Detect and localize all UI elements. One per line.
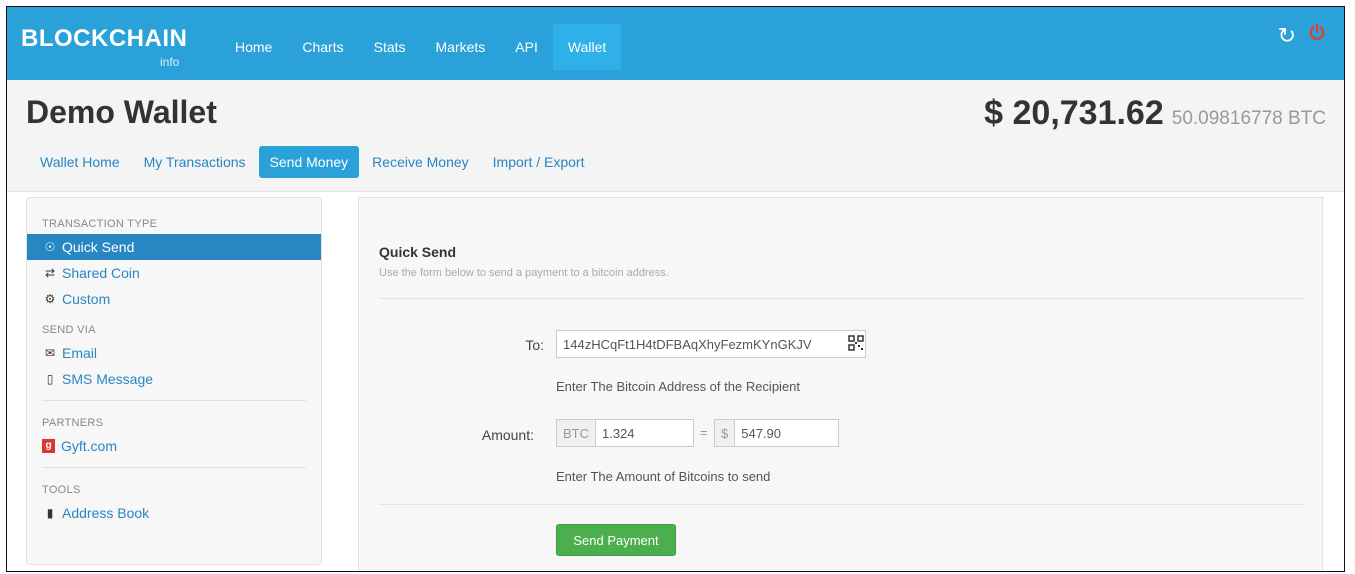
divider [42, 400, 306, 401]
wallet-header: Demo Wallet $ 20,731.62 50.09816778 BTC … [7, 80, 1344, 192]
wallet-tabs: Wallet Home My Transactions Send Money R… [29, 146, 597, 178]
btc-amount-value: 1.324 [602, 425, 635, 441]
radio-icon: ☉ [44, 240, 56, 254]
brand-logo[interactable]: BLOCKCHAIN [21, 25, 187, 53]
usd-amount-input[interactable]: $ 547.90 [714, 419, 839, 447]
sidebar-item-sms[interactable]: ▯ SMS Message [27, 366, 321, 392]
sidebar-item-label: Gyft.com [61, 438, 118, 454]
divider [42, 467, 306, 468]
nav-api[interactable]: API [500, 24, 553, 70]
brand-sub: info [160, 55, 180, 69]
sidebar: TRANSACTION TYPE ☉ Quick Send ⇄ Shared C… [26, 197, 322, 565]
sidebar-item-label: SMS Message [62, 371, 154, 387]
tab-my-transactions[interactable]: My Transactions [133, 146, 257, 178]
tab-receive-money[interactable]: Receive Money [361, 146, 480, 178]
form-title: Quick Send [379, 244, 457, 260]
tab-send-money[interactable]: Send Money [258, 146, 360, 178]
to-label: To: [525, 337, 544, 353]
to-help-text: Enter The Bitcoin Address of the Recipie… [556, 379, 801, 394]
envelope-icon: ✉ [44, 346, 56, 360]
recipient-address-input[interactable]: 144zHCqFt1H4tDFBAqXhyFezmKYnGKJV [556, 330, 866, 358]
nav-charts[interactable]: Charts [287, 24, 358, 70]
usd-amount-value: 547.90 [741, 425, 781, 441]
quick-send-panel: Quick Send Use the form below to send a … [358, 197, 1323, 571]
qr-code-icon[interactable] [848, 335, 864, 351]
gear-icon: ⚙ [44, 292, 56, 306]
nav-home[interactable]: Home [220, 24, 287, 70]
balance-usd: $ 20,731.62 [984, 94, 1164, 132]
btc-addon: BTC [557, 420, 596, 446]
sidebar-item-label: Quick Send [62, 239, 135, 255]
sidebar-item-shared-coin[interactable]: ⇄ Shared Coin [27, 260, 321, 286]
book-icon: ▮ [46, 506, 54, 520]
gyft-logo-icon: g [42, 439, 55, 453]
main-nav: Home Charts Stats Markets API Wallet [220, 24, 622, 70]
sidebar-item-label: Shared Coin [62, 265, 140, 281]
refresh-icon[interactable]: ↻ [1278, 23, 1296, 49]
sidebar-item-custom[interactable]: ⚙ Custom [27, 286, 321, 312]
page-title: Demo Wallet [26, 94, 217, 130]
sidebar-item-gyft[interactable]: g Gyft.com [27, 433, 321, 459]
sidebar-item-email[interactable]: ✉ Email [27, 340, 321, 366]
divider [379, 298, 1304, 299]
sidebar-item-address-book[interactable]: ▮ Address Book [27, 500, 321, 526]
divider [379, 504, 1304, 505]
send-payment-button[interactable]: Send Payment [556, 524, 676, 556]
tab-import-export[interactable]: Import / Export [482, 146, 596, 178]
app-frame: BLOCKCHAIN info Home Charts Stats Market… [6, 6, 1345, 572]
top-navbar: BLOCKCHAIN info Home Charts Stats Market… [7, 7, 1344, 80]
balance: $ 20,731.62 50.09816778 BTC [984, 94, 1326, 133]
btc-amount-input[interactable]: BTC 1.324 [556, 419, 694, 447]
nav-markets[interactable]: Markets [421, 24, 501, 70]
phone-icon: ▯ [46, 372, 54, 386]
nav-stats[interactable]: Stats [359, 24, 421, 70]
recipient-address-value: 144zHCqFt1H4tDFBAqXhyFezmKYnGKJV [563, 336, 812, 352]
section-partners: PARTNERS [42, 417, 104, 429]
amount-label: Amount: [481, 427, 534, 443]
form-subtitle: Use the form below to send a payment to … [379, 267, 669, 279]
section-transaction-type: TRANSACTION TYPE [42, 218, 158, 230]
equals-sign: = [700, 425, 708, 440]
section-send-via: SEND VIA [42, 324, 96, 336]
balance-btc: 50.09816778 BTC [1171, 108, 1326, 129]
nav-wallet[interactable]: Wallet [552, 24, 622, 70]
sidebar-item-label: Custom [62, 291, 111, 307]
section-tools: TOOLS [42, 484, 81, 496]
power-icon[interactable] [1308, 23, 1326, 41]
usd-addon: $ [715, 420, 736, 446]
sidebar-item-quick-send[interactable]: ☉ Quick Send [27, 234, 321, 260]
tab-wallet-home[interactable]: Wallet Home [29, 146, 131, 178]
amount-help-text: Enter The Amount of Bitcoins to send [556, 469, 771, 484]
sidebar-item-label: Email [62, 345, 98, 361]
sidebar-item-label: Address Book [62, 505, 150, 521]
shuffle-icon: ⇄ [44, 266, 56, 280]
